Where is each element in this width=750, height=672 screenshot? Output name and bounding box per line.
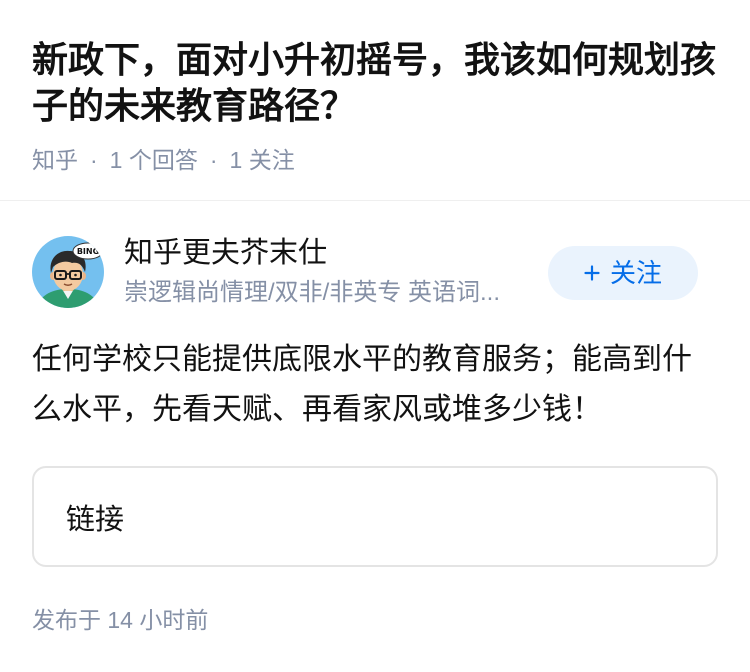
meta-source: 知乎 — [32, 147, 78, 173]
meta-separator: · — [209, 147, 218, 173]
avatar-speech-bubble: BING — [72, 242, 104, 260]
answer-content: 任何学校只能提供底限水平的教育服务；能高到什么水平，先看天赋、再看家风或堆多少钱… — [32, 343, 692, 426]
meta-answer-count: 1 个回答 — [109, 147, 198, 173]
author-avatar[interactable]: BING — [32, 236, 104, 308]
section-divider — [0, 200, 750, 201]
question-meta: 知乎 · 1 个回答 · 1 关注 — [32, 145, 295, 175]
follow-button-label: 关注 — [609, 258, 662, 288]
follow-button[interactable]: 关注 — [548, 246, 698, 300]
link-card-label: 链接 — [66, 503, 125, 536]
author-name[interactable]: 知乎更夫芥末仕 — [124, 235, 327, 271]
plus-icon — [584, 265, 600, 281]
publish-time: 发布于 14 小时前 — [32, 607, 209, 633]
avatar-bubble-text: BING — [77, 247, 99, 256]
question-page: 新政下，面对小升初摇号，我该如何规划孩子的未来教育路径？ 知乎 · 1 个回答 … — [0, 0, 750, 672]
link-card[interactable]: 链接 — [32, 466, 718, 567]
author-headline: 崇逻辑尚情理/双非/非英专 英语词... — [124, 279, 501, 306]
meta-separator: · — [90, 147, 98, 173]
question-title[interactable]: 新政下，面对小升初摇号，我该如何规划孩子的未来教育路径？ — [32, 37, 720, 129]
meta-follow-count: 1 关注 — [229, 147, 295, 173]
